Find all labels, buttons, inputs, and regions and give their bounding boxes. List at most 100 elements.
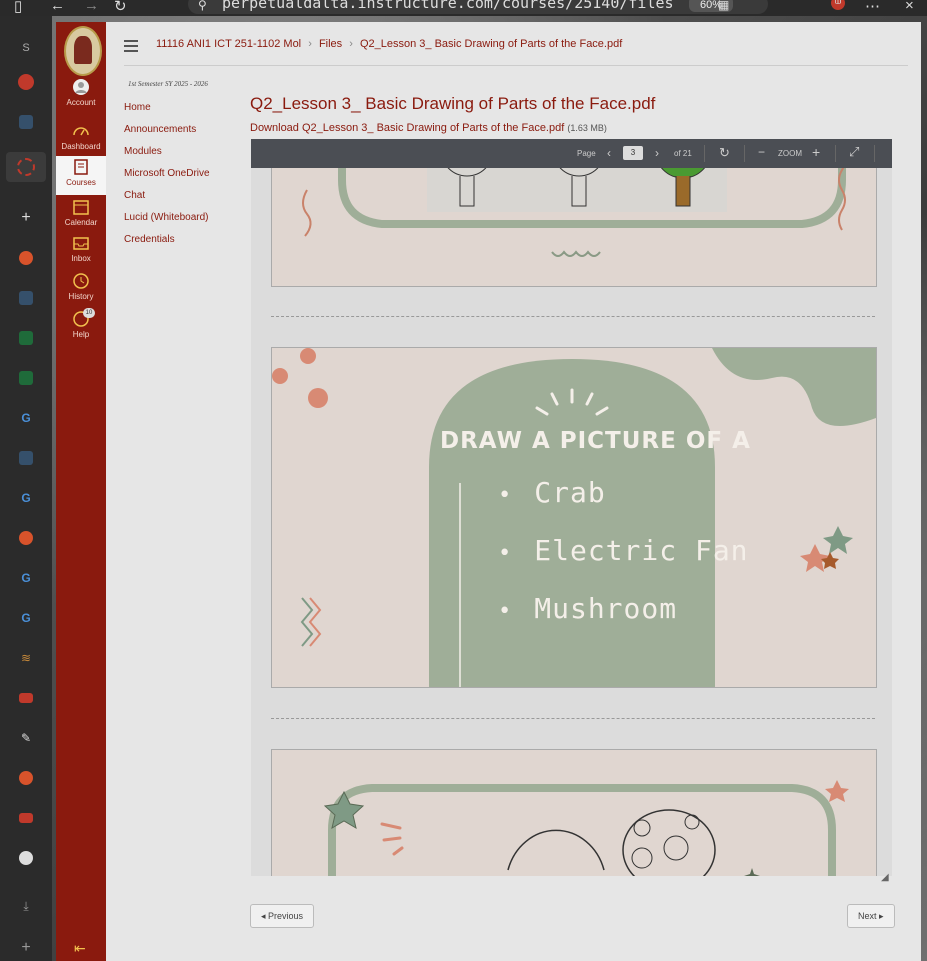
- nav-calendar-label: Calendar: [64, 218, 98, 227]
- nav-account[interactable]: Account: [56, 78, 106, 107]
- reddit-icon[interactable]: [16, 248, 36, 268]
- next-button[interactable]: Next ▸: [847, 904, 895, 928]
- nav-dashboard[interactable]: Dashboard: [56, 122, 106, 151]
- calendar-icon: [73, 200, 89, 215]
- nav-account-label: Account: [66, 98, 96, 107]
- school-logo[interactable]: [64, 26, 102, 76]
- reddit-icon[interactable]: [16, 528, 36, 548]
- course-nav-chat[interactable]: Chat: [124, 190, 210, 212]
- resize-handle-icon[interactable]: ◢: [881, 872, 889, 883]
- breadcrumb-files[interactable]: Files: [319, 38, 342, 50]
- todo-app-icon[interactable]: [16, 72, 36, 92]
- nav-help[interactable]: 10 Help: [56, 308, 106, 339]
- google-icon[interactable]: G: [16, 408, 36, 428]
- course-menu-toggle[interactable]: [124, 40, 138, 55]
- course-nav-announcements[interactable]: Announcements: [124, 124, 210, 146]
- page-title: Q2_Lesson 3_ Basic Drawing of Parts of t…: [250, 94, 656, 113]
- add-icon[interactable]: +: [16, 938, 36, 958]
- active-tab-icon[interactable]: [6, 152, 46, 182]
- youtube-icon[interactable]: [16, 808, 36, 828]
- divider: [874, 145, 875, 162]
- app-icon[interactable]: ≋: [16, 648, 36, 668]
- inbox-icon: [73, 237, 89, 250]
- rotate-icon[interactable]: ↻: [719, 145, 730, 161]
- flag-icon[interactable]: [16, 328, 36, 348]
- course-nav-home[interactable]: Home: [124, 102, 210, 124]
- github-icon[interactable]: [16, 848, 36, 868]
- breadcrumb-course[interactable]: 11116 ANI1 ICT 251-1102 Mol: [156, 38, 301, 50]
- app-icon[interactable]: [16, 288, 36, 308]
- app-icon[interactable]: [16, 112, 36, 132]
- global-navigation: Account Dashboard Courses Calendar Inbox…: [56, 22, 106, 961]
- course-page: 11116 ANI1 ICT 251-1102 Mol › Files › Q2…: [106, 22, 921, 961]
- course-nav-modules[interactable]: Modules: [124, 146, 210, 168]
- chevron-right-icon: ›: [308, 38, 312, 50]
- google-icon[interactable]: G: [16, 488, 36, 508]
- google-icon[interactable]: G: [16, 568, 36, 588]
- browser-side-rail: S + G G G G ≋ ✎ ⤓ +: [0, 16, 52, 961]
- next-label: Next: [858, 911, 877, 921]
- prev-page-icon[interactable]: ‹: [607, 146, 611, 160]
- course-nav-credentials[interactable]: Credentials: [124, 234, 210, 256]
- file-size: (1.63 MB): [567, 123, 607, 133]
- share-icon[interactable]: ▦: [718, 0, 729, 12]
- nav-history[interactable]: History: [56, 272, 106, 301]
- download-label[interactable]: Download Q2_Lesson 3_ Basic Drawing of P…: [250, 122, 564, 134]
- nav-courses[interactable]: Courses: [56, 156, 106, 195]
- app-icon[interactable]: ✎: [16, 728, 36, 748]
- zoom-label: ZOOM: [778, 149, 802, 158]
- page-number-input[interactable]: 3: [623, 146, 643, 160]
- youtube-icon[interactable]: [16, 688, 36, 708]
- sidebar-toggle-icon[interactable]: ▯: [14, 0, 22, 15]
- reddit-icon[interactable]: [16, 768, 36, 788]
- fullscreen-icon[interactable]: ⤢: [849, 144, 859, 160]
- nav-courses-label: Courses: [66, 178, 96, 187]
- more-menu-icon[interactable]: ⋯: [865, 0, 880, 15]
- page-divider: [271, 718, 875, 719]
- course-nav-onedrive[interactable]: Microsoft OneDrive: [124, 168, 210, 190]
- space-icon[interactable]: S: [16, 38, 36, 58]
- slide-illustration: [272, 750, 876, 876]
- divider: [704, 145, 705, 162]
- slide-bullet: Mushroom: [498, 592, 749, 650]
- nav-dashboard-label: Dashboard: [61, 142, 101, 151]
- flag-icon[interactable]: [16, 368, 36, 388]
- previous-label: Previous: [268, 911, 304, 921]
- slide-bullet: Electric Fan: [498, 534, 749, 592]
- zoom-in-icon[interactable]: +: [812, 144, 820, 160]
- browser-toolbar: ▯ ← → ↻ ⚲ perpetualdalta.instructure.com…: [0, 0, 927, 16]
- download-link[interactable]: Download Q2_Lesson 3_ Basic Drawing of P…: [250, 122, 607, 134]
- extension-icon[interactable]: ᗯ: [831, 0, 845, 10]
- app-icon[interactable]: [16, 448, 36, 468]
- nav-inbox-label: Inbox: [71, 254, 91, 263]
- breadcrumb: 11116 ANI1 ICT 251-1102 Mol › Files › Q2…: [156, 38, 622, 50]
- reload-icon[interactable]: ↻: [114, 0, 127, 15]
- course-nav-lucid[interactable]: Lucid (Whiteboard): [124, 212, 210, 234]
- nav-calendar[interactable]: Calendar: [56, 198, 106, 227]
- back-icon[interactable]: ←: [50, 0, 65, 14]
- nav-inbox[interactable]: Inbox: [56, 234, 106, 263]
- forward-icon[interactable]: →: [84, 0, 99, 14]
- dashboard-icon: [73, 127, 89, 136]
- semester-label: 1st Semester SY 2025 - 2026: [128, 80, 208, 88]
- url-text: perpetualdalta.instructure.com/courses/2…: [222, 0, 674, 12]
- collapse-nav-icon[interactable]: ⇤: [74, 940, 86, 957]
- site-info-icon[interactable]: ⚲: [198, 0, 207, 12]
- page-label: Page: [577, 149, 596, 158]
- breadcrumb-file[interactable]: Q2_Lesson 3_ Basic Drawing of Parts of t…: [360, 38, 622, 50]
- pdf-viewer[interactable]: DRAW A PICTURE OF A Crab Electric Fan Mu…: [251, 139, 892, 876]
- history-icon: [73, 273, 89, 289]
- account-icon: [73, 79, 89, 95]
- previous-button[interactable]: ◂ Previous: [250, 904, 315, 928]
- page-divider: [271, 316, 875, 317]
- divider: [124, 65, 908, 66]
- pdf-page-current: DRAW A PICTURE OF A Crab Electric Fan Mu…: [271, 347, 877, 688]
- google-icon[interactable]: G: [16, 608, 36, 628]
- slide-bullet-list: Crab Electric Fan Mushroom: [498, 476, 749, 650]
- slide-heading: DRAW A PICTURE OF A: [440, 428, 751, 454]
- close-icon[interactable]: ×: [905, 0, 914, 14]
- download-icon[interactable]: ⤓: [16, 896, 36, 916]
- next-page-icon[interactable]: ›: [655, 146, 659, 160]
- zoom-out-icon[interactable]: −: [758, 145, 765, 159]
- add-icon[interactable]: +: [16, 208, 36, 228]
